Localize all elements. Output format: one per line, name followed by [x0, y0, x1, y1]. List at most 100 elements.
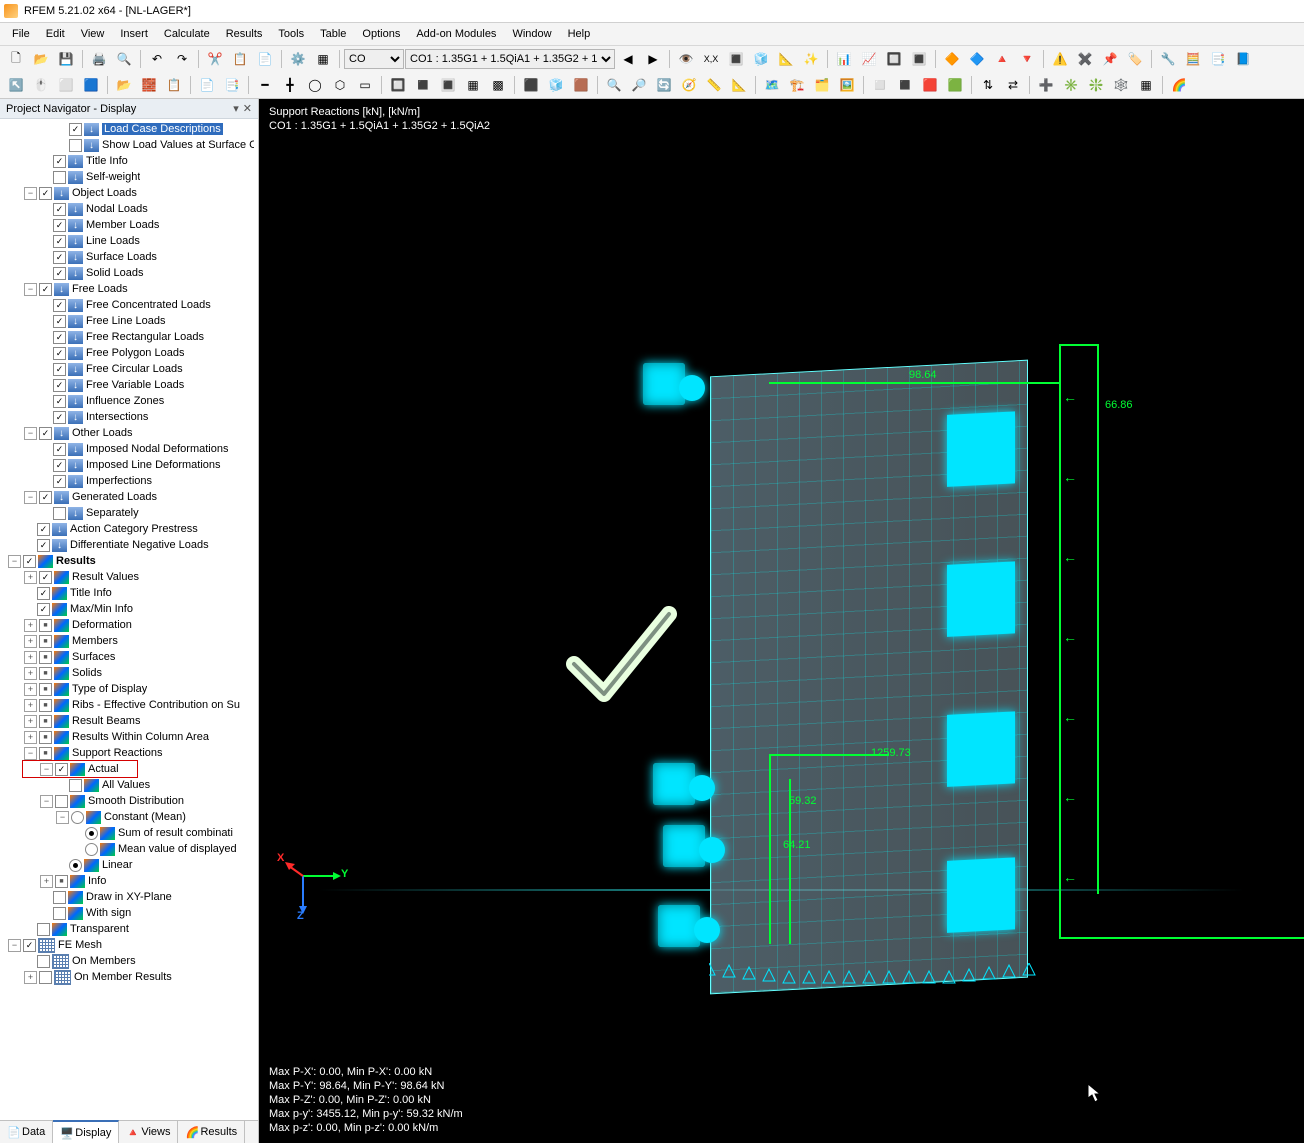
- tree-checkbox[interactable]: [37, 539, 50, 552]
- tb2-29-icon[interactable]: 🗺️: [760, 73, 784, 97]
- tb2-40-icon[interactable]: ✳️: [1059, 73, 1083, 97]
- expand-toggle-icon[interactable]: −: [24, 187, 37, 200]
- tb-undo-icon[interactable]: ↶: [145, 47, 169, 71]
- tree-checkbox[interactable]: [53, 347, 66, 360]
- tb-preview-icon[interactable]: 🔍: [112, 47, 136, 71]
- menu-insert[interactable]: Insert: [112, 26, 156, 42]
- tb2-8-icon[interactable]: 📄: [195, 73, 219, 97]
- expand-toggle-icon[interactable]: −: [24, 427, 37, 440]
- loadcase-select[interactable]: CO1 : 1.35G1 + 1.5QiA1 + 1.35G2 + 1.5: [405, 49, 615, 69]
- tb2-3-icon[interactable]: ⬜: [54, 73, 78, 97]
- tb2-24-icon[interactable]: 🔎: [627, 73, 651, 97]
- tree-checkbox[interactable]: [53, 507, 66, 520]
- tree-checkbox[interactable]: [53, 235, 66, 248]
- tree-checkbox[interactable]: [39, 683, 52, 696]
- tb-view-18-icon[interactable]: 🏷️: [1123, 47, 1147, 71]
- tb-open-icon[interactable]: 📂: [29, 47, 53, 71]
- tree-node[interactable]: Intersections: [0, 409, 258, 425]
- tree-node[interactable]: Self-weight: [0, 169, 258, 185]
- expand-toggle-icon[interactable]: −: [40, 795, 53, 808]
- tb-calculate-icon[interactable]: ⚙️: [286, 47, 310, 71]
- tree-checkbox[interactable]: [39, 699, 52, 712]
- 3d-viewport[interactable]: Support Reactions [kN], [kN/m] CO1 : 1.3…: [259, 99, 1304, 1143]
- tree-node[interactable]: Free Rectangular Loads: [0, 329, 258, 345]
- expand-toggle-icon[interactable]: −: [40, 763, 53, 776]
- expand-toggle-icon[interactable]: +: [24, 571, 37, 584]
- tb2-17-icon[interactable]: 🔳: [436, 73, 460, 97]
- tree-checkbox[interactable]: [69, 139, 82, 152]
- tree-checkbox[interactable]: [39, 715, 52, 728]
- tb2-12-icon[interactable]: ◯: [303, 73, 327, 97]
- tb2-9-icon[interactable]: 📑: [220, 73, 244, 97]
- tree-checkbox[interactable]: [53, 363, 66, 376]
- tree-node[interactable]: Free Concentrated Loads: [0, 297, 258, 313]
- tb2-39-icon[interactable]: ➕: [1034, 73, 1058, 97]
- tb-prev-icon[interactable]: ◀: [616, 47, 640, 71]
- tree-node[interactable]: Load Case Descriptions: [0, 121, 258, 137]
- tb2-27-icon[interactable]: 📏: [702, 73, 726, 97]
- tb-view-6-icon[interactable]: ✨: [799, 47, 823, 71]
- tb2-34-icon[interactable]: ◼️: [893, 73, 917, 97]
- menu-addons[interactable]: Add-on Modules: [408, 26, 504, 42]
- tb2-23-icon[interactable]: 🔍: [602, 73, 626, 97]
- tb-view-5-icon[interactable]: 📐: [774, 47, 798, 71]
- tb2-43-icon[interactable]: ▦: [1134, 73, 1158, 97]
- tree-radio[interactable]: [85, 827, 98, 840]
- tb2-32-icon[interactable]: 🖼️: [835, 73, 859, 97]
- tree-checkbox[interactable]: [53, 331, 66, 344]
- tree-checkbox[interactable]: [55, 875, 68, 888]
- tree-checkbox[interactable]: [37, 923, 50, 936]
- tree-checkbox[interactable]: [53, 299, 66, 312]
- tb2-4-icon[interactable]: 🟦: [79, 73, 103, 97]
- expand-toggle-icon[interactable]: −: [24, 491, 37, 504]
- tree-node[interactable]: +Info: [0, 873, 258, 889]
- tree-checkbox[interactable]: [39, 651, 52, 664]
- menu-file[interactable]: File: [4, 26, 38, 42]
- tb-redo-icon[interactable]: ↷: [170, 47, 194, 71]
- tree-node[interactable]: Influence Zones: [0, 393, 258, 409]
- tb-view-12-icon[interactable]: 🔷: [965, 47, 989, 71]
- tb2-18-icon[interactable]: ▦: [461, 73, 485, 97]
- expand-toggle-icon[interactable]: +: [40, 875, 53, 888]
- tree-node[interactable]: +On Member Results: [0, 969, 258, 985]
- expand-toggle-icon[interactable]: +: [24, 715, 37, 728]
- tree-node[interactable]: +Results Within Column Area: [0, 729, 258, 745]
- tb2-22-icon[interactable]: 🟫: [569, 73, 593, 97]
- tb2-20-icon[interactable]: ⬛: [519, 73, 543, 97]
- navigator-tree[interactable]: Load Case DescriptionsShow Load Values a…: [0, 119, 258, 1120]
- tb2-26-icon[interactable]: 🧭: [677, 73, 701, 97]
- tree-node[interactable]: −Other Loads: [0, 425, 258, 441]
- tree-node[interactable]: −Constant (Mean): [0, 809, 258, 825]
- tree-checkbox[interactable]: [37, 587, 50, 600]
- tb-view-7-icon[interactable]: 📊: [832, 47, 856, 71]
- tree-node[interactable]: Surface Loads: [0, 249, 258, 265]
- tb-view-9-icon[interactable]: 🔲: [882, 47, 906, 71]
- tb-view-15-icon[interactable]: ⚠️: [1048, 47, 1072, 71]
- tb-view-11-icon[interactable]: 🔶: [940, 47, 964, 71]
- tb-view-17-icon[interactable]: 📌: [1098, 47, 1122, 71]
- tree-checkbox[interactable]: [53, 475, 66, 488]
- tree-checkbox[interactable]: [53, 155, 66, 168]
- loadcase-type-select[interactable]: CO: [344, 49, 404, 69]
- tb2-10-icon[interactable]: ━: [253, 73, 277, 97]
- tb2-19-icon[interactable]: ▩: [486, 73, 510, 97]
- tree-radio[interactable]: [71, 811, 84, 824]
- tree-checkbox[interactable]: [53, 379, 66, 392]
- tree-node[interactable]: Solid Loads: [0, 265, 258, 281]
- tree-node[interactable]: −FE Mesh: [0, 937, 258, 953]
- expand-toggle-icon[interactable]: −: [56, 811, 69, 824]
- tb-view-10-icon[interactable]: 🔳: [907, 47, 931, 71]
- tree-node[interactable]: Free Variable Loads: [0, 377, 258, 393]
- tree-node[interactable]: Mean value of displayed: [0, 841, 258, 857]
- tree-node[interactable]: −Results: [0, 553, 258, 569]
- tb-view-19-icon[interactable]: 🔧: [1156, 47, 1180, 71]
- tb2-11-icon[interactable]: ╋: [278, 73, 302, 97]
- tree-checkbox[interactable]: [53, 443, 66, 456]
- tb-view-13-icon[interactable]: 🔺: [990, 47, 1014, 71]
- tb-view-8-icon[interactable]: 📈: [857, 47, 881, 71]
- tree-node[interactable]: Draw in XY-Plane: [0, 889, 258, 905]
- tree-checkbox[interactable]: [37, 955, 50, 968]
- tree-checkbox[interactable]: [55, 763, 68, 776]
- tb2-5-icon[interactable]: 📂: [112, 73, 136, 97]
- tree-node[interactable]: Imposed Nodal Deformations: [0, 441, 258, 457]
